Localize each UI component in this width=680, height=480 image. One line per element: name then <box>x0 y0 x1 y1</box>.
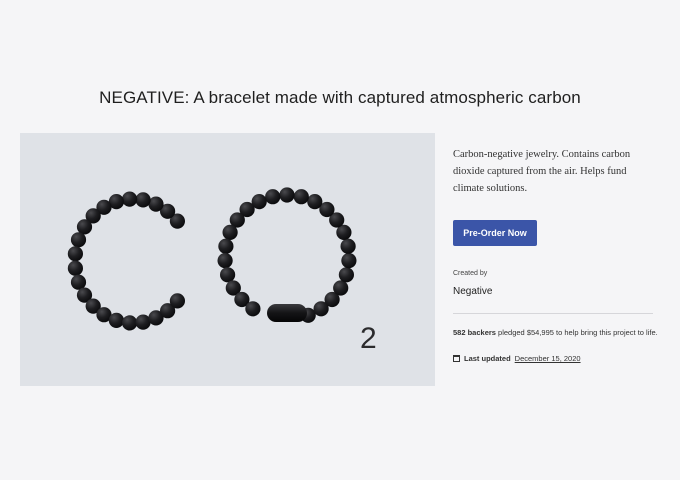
bead <box>169 293 185 309</box>
bead <box>108 312 124 328</box>
bead <box>217 253 233 269</box>
bead <box>67 260 83 276</box>
bead <box>148 196 164 212</box>
creator-name[interactable]: Negative <box>453 286 492 297</box>
c-bracelet <box>67 191 185 331</box>
bead <box>340 238 356 254</box>
backers-summary: 582 backers pledged $54,995 to help brin… <box>453 328 658 338</box>
bead <box>70 232 87 248</box>
bead <box>265 189 281 205</box>
bead <box>279 187 295 203</box>
backers-count: 582 backers <box>453 328 496 337</box>
bead <box>76 219 93 235</box>
last-updated: Last updated December 15, 2020 <box>453 354 581 363</box>
bead <box>70 274 87 290</box>
bracelet-clasp <box>267 304 307 322</box>
subscript-two: 2 <box>360 322 377 355</box>
bead <box>135 192 151 208</box>
bead <box>341 253 357 269</box>
co2-bracelets-image: 2 <box>67 187 377 355</box>
bead <box>307 194 323 210</box>
created-by-label: Created by <box>453 270 488 277</box>
page-title: NEGATIVE: A bracelet made with captured … <box>99 88 581 107</box>
bead <box>333 280 349 296</box>
bead <box>122 315 138 331</box>
bead <box>135 314 151 330</box>
pre-order-button[interactable]: Pre-Order Now <box>453 220 537 246</box>
last-updated-date[interactable]: December 15, 2020 <box>515 354 581 363</box>
last-updated-label: Last updated <box>464 354 511 363</box>
bead <box>220 267 236 283</box>
o-bracelet <box>217 187 357 323</box>
bead <box>67 246 83 262</box>
divider <box>453 313 653 314</box>
calendar-icon <box>453 355 460 362</box>
bead <box>218 238 234 254</box>
hero-image: 2 <box>20 133 435 386</box>
bead <box>293 189 309 205</box>
project-description: Carbon-negative jewelry. Contains carbon… <box>453 149 631 194</box>
bead <box>222 224 238 240</box>
bead <box>338 267 354 283</box>
bead <box>122 191 138 207</box>
bead <box>245 301 261 317</box>
backers-text: pledged $54,995 to help bring this proje… <box>495 328 658 337</box>
